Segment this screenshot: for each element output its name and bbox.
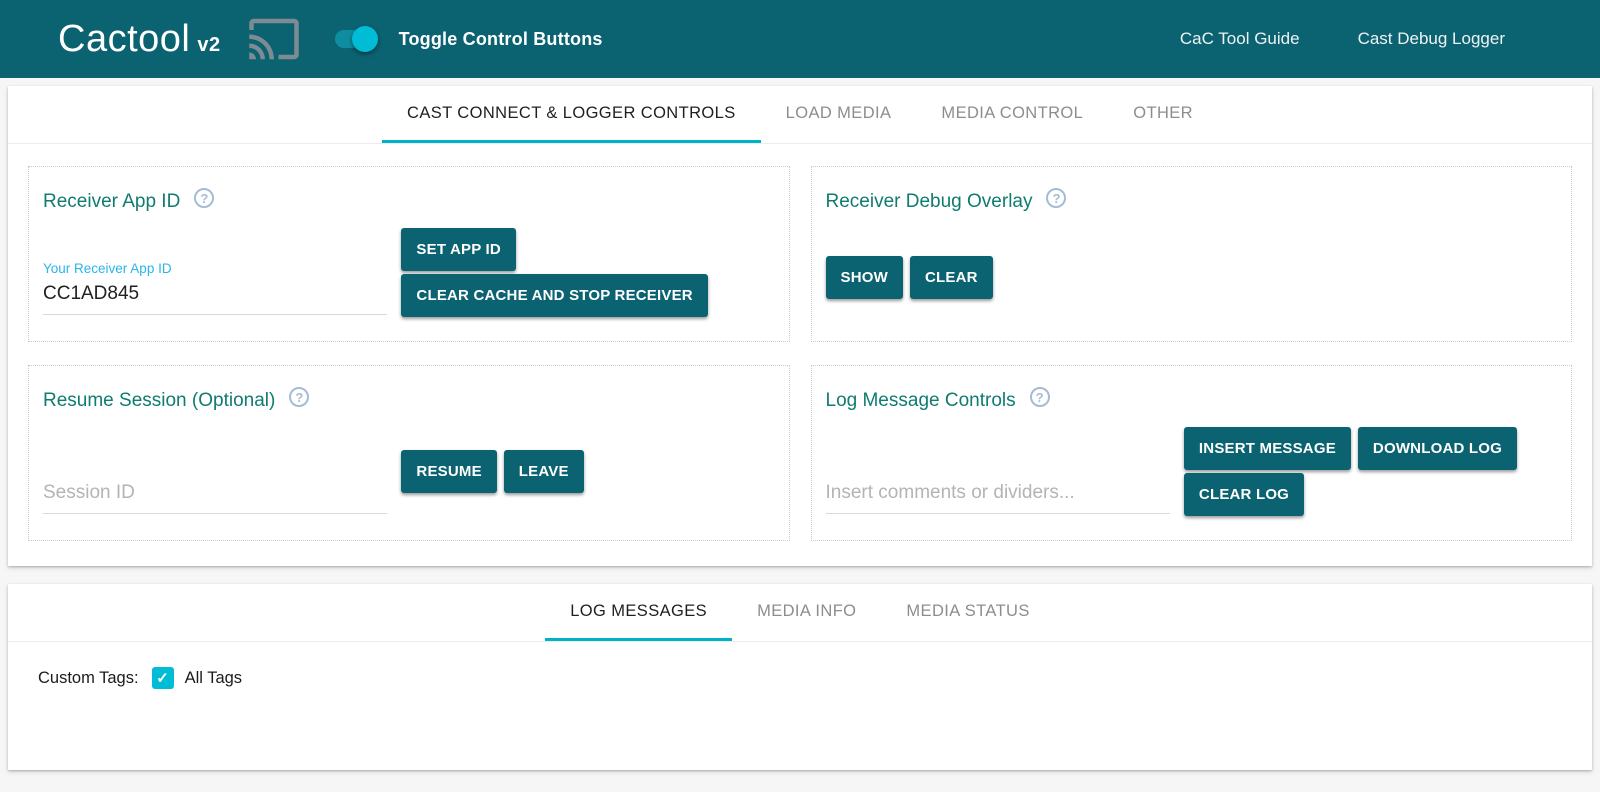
card-title: Log Message Controls: [826, 390, 1016, 412]
link-cast-debug-logger[interactable]: Cast Debug Logger: [1358, 29, 1505, 49]
custom-tags-label: Custom Tags:: [38, 669, 139, 688]
clear-cache-stop-receiver-button[interactable]: CLEAR CACHE AND STOP RECEIVER: [401, 274, 707, 317]
app-header: Cactool v2 Toggle Control Buttons CaC Too…: [0, 0, 1600, 78]
session-id-input[interactable]: [43, 478, 387, 514]
resume-button[interactable]: RESUME: [401, 450, 496, 493]
app-title: Cactool v2: [58, 18, 221, 61]
tab-media-control[interactable]: MEDIA CONTROL: [916, 86, 1108, 143]
cast-icon: [247, 12, 301, 66]
help-icon[interactable]: ?: [194, 188, 214, 208]
card-title: Resume Session (Optional): [43, 390, 275, 412]
tab-media-status[interactable]: MEDIA STATUS: [881, 584, 1054, 641]
help-icon[interactable]: ?: [289, 387, 309, 407]
clear-overlay-button[interactable]: CLEAR: [910, 256, 993, 299]
card-receiver-app-id: Receiver App ID ? Your Receiver App ID S…: [28, 166, 790, 342]
debug-overlay-buttons: SHOW CLEAR: [826, 256, 1558, 299]
tab-load-media[interactable]: LOAD MEDIA: [761, 86, 917, 143]
help-icon[interactable]: ?: [1030, 387, 1050, 407]
all-tags-label: All Tags: [185, 669, 242, 688]
card-log-message-controls: Log Message Controls ? INSERT MESSAGE DO…: [811, 365, 1573, 541]
receiver-app-id-buttons: SET APP ID CLEAR CACHE AND STOP RECEIVER: [401, 228, 774, 317]
session-id-field: [43, 478, 401, 514]
tab-other[interactable]: OTHER: [1108, 86, 1218, 143]
show-overlay-button[interactable]: SHOW: [826, 256, 903, 299]
receiver-app-id-input[interactable]: [43, 279, 387, 315]
control-buttons-toggle[interactable]: [335, 30, 375, 48]
tab-media-info[interactable]: MEDIA INFO: [732, 584, 881, 641]
custom-tags-row: Custom Tags: ✓ All Tags: [8, 642, 1592, 714]
leave-button[interactable]: LEAVE: [504, 450, 584, 493]
all-tags-checkbox[interactable]: ✓: [152, 667, 174, 689]
receiver-app-id-field: Your Receiver App ID: [43, 261, 401, 315]
toggle-label: Toggle Control Buttons: [399, 29, 603, 50]
controls-panel: CAST CONNECT & LOGGER CONTROLS LOAD MEDI…: [8, 86, 1592, 566]
app-version: v2: [197, 34, 220, 56]
tab-cast-connect-logger-controls[interactable]: CAST CONNECT & LOGGER CONTROLS: [382, 86, 761, 143]
card-title: Receiver Debug Overlay: [826, 191, 1033, 213]
app-title-text: Cactool: [58, 18, 190, 60]
resume-session-buttons: RESUME LEAVE: [401, 450, 774, 493]
set-app-id-button[interactable]: SET APP ID: [401, 228, 516, 271]
receiver-app-id-field-label: Your Receiver App ID: [43, 261, 401, 276]
toggle-thumb: [352, 26, 378, 52]
log-message-input[interactable]: [826, 478, 1170, 514]
download-log-button[interactable]: DOWNLOAD LOG: [1358, 427, 1517, 470]
link-cac-tool-guide[interactable]: CaC Tool Guide: [1180, 29, 1300, 49]
header-links: CaC Tool Guide Cast Debug Logger: [1180, 29, 1505, 49]
log-message-buttons: INSERT MESSAGE DOWNLOAD LOG CLEAR LOG: [1184, 427, 1557, 516]
cards-grid: Receiver App ID ? Your Receiver App ID S…: [8, 144, 1592, 566]
card-title: Receiver App ID: [43, 191, 180, 213]
main-tabbar: CAST CONNECT & LOGGER CONTROLS LOAD MEDI…: [8, 86, 1592, 144]
log-message-field: [826, 478, 1184, 514]
insert-message-button[interactable]: INSERT MESSAGE: [1184, 427, 1351, 470]
clear-log-button[interactable]: CLEAR LOG: [1184, 473, 1304, 516]
log-panel: LOG MESSAGES MEDIA INFO MEDIA STATUS Cus…: [8, 584, 1592, 770]
log-tabbar: LOG MESSAGES MEDIA INFO MEDIA STATUS: [8, 584, 1592, 642]
help-icon[interactable]: ?: [1046, 188, 1066, 208]
card-receiver-debug-overlay: Receiver Debug Overlay ? SHOW CLEAR: [811, 166, 1573, 342]
tab-log-messages[interactable]: LOG MESSAGES: [545, 584, 732, 641]
card-resume-session: Resume Session (Optional) ? RESUME LEAVE: [28, 365, 790, 541]
